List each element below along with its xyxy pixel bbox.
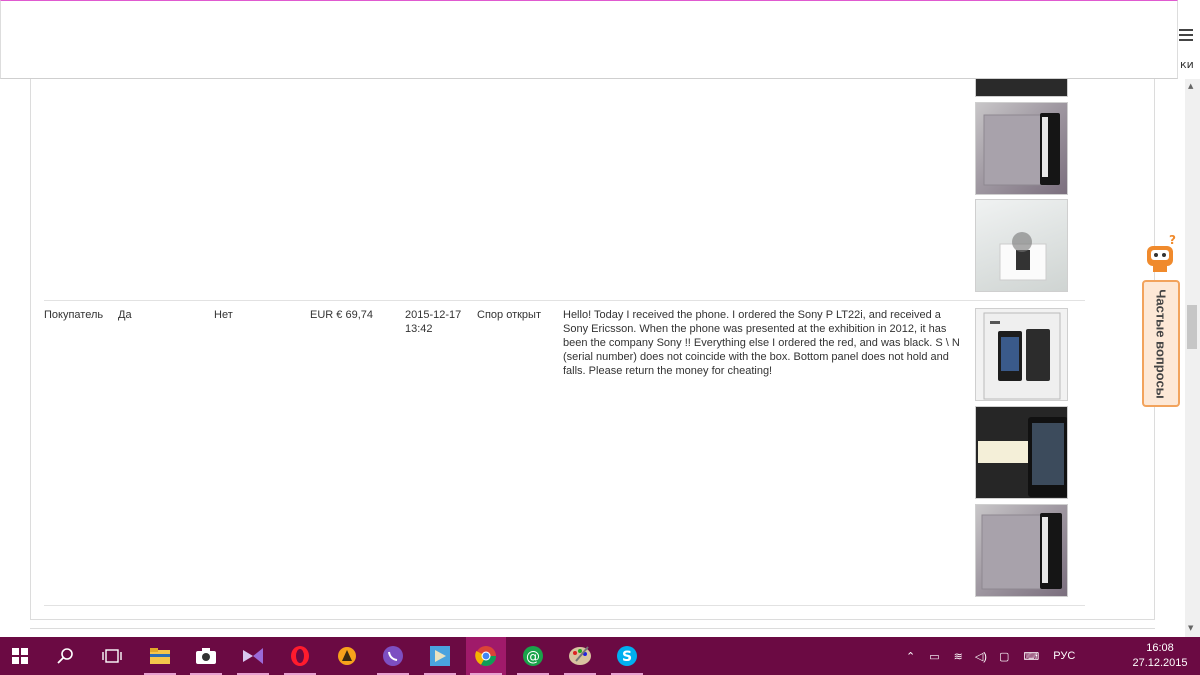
svg-text:S: S bbox=[622, 649, 632, 665]
cell-status: Спор открыт bbox=[477, 309, 541, 321]
page-header bbox=[0, 0, 1178, 79]
opera-icon[interactable] bbox=[280, 637, 320, 675]
table-row-divider bbox=[44, 605, 1085, 606]
chrome-icon[interactable] bbox=[466, 637, 506, 675]
volume-icon[interactable]: ◁) bbox=[975, 650, 987, 663]
chevron-up-icon[interactable]: ⌃ bbox=[906, 650, 915, 663]
paint-icon[interactable] bbox=[560, 637, 600, 675]
cell-role: Покупатель bbox=[44, 309, 104, 321]
play-store-icon[interactable] bbox=[420, 637, 460, 675]
evidence-image-prev-2[interactable] bbox=[975, 102, 1068, 195]
search-icon[interactable] bbox=[46, 637, 86, 675]
cell-no: Нет bbox=[214, 309, 233, 321]
header-menu-text[interactable]: ки bbox=[1180, 58, 1194, 71]
svg-text:@: @ bbox=[526, 649, 540, 665]
cell-time: 13:42 bbox=[405, 323, 433, 335]
start-icon[interactable] bbox=[0, 637, 40, 675]
cell-date: 2015-12-17 bbox=[405, 309, 462, 321]
system-tray: ⌃ ▭ ≋ ◁) ▢ ⌨ РУС bbox=[906, 637, 1075, 675]
taskbar-clock[interactable]: 16:08 27.12.2015 bbox=[1125, 641, 1195, 671]
evidence-image-1[interactable] bbox=[975, 308, 1068, 401]
hamburger-menu-icon[interactable] bbox=[1179, 29, 1193, 43]
faq-tab-label: Частые вопросы bbox=[1153, 288, 1169, 399]
file-explorer-icon[interactable] bbox=[140, 637, 180, 675]
cell-amount: EUR € 69,74 bbox=[310, 309, 373, 321]
viber-icon[interactable] bbox=[373, 637, 413, 675]
battery-icon[interactable]: ▭ bbox=[929, 650, 939, 663]
mail-agent-icon[interactable]: @ bbox=[513, 637, 553, 675]
scrollbar-thumb[interactable] bbox=[1187, 305, 1197, 349]
faq-tab[interactable]: Частые вопросы bbox=[1142, 280, 1180, 407]
notifications-icon[interactable]: ▢ bbox=[999, 650, 1009, 663]
evidence-image-2[interactable] bbox=[975, 406, 1068, 499]
clock-time: 16:08 bbox=[1146, 642, 1174, 654]
faq-robot-icon[interactable]: ? bbox=[1143, 233, 1179, 274]
skype-icon[interactable]: S bbox=[607, 637, 647, 675]
vertical-scrollbar[interactable] bbox=[1185, 79, 1200, 637]
table-row-divider bbox=[44, 300, 1085, 301]
evidence-image-prev-3[interactable] bbox=[975, 199, 1068, 292]
scroll-down-icon[interactable]: ▼ bbox=[1188, 624, 1193, 632]
avast-icon[interactable] bbox=[327, 637, 367, 675]
svg-text:?: ? bbox=[1169, 234, 1176, 247]
visual-studio-icon[interactable] bbox=[233, 637, 273, 675]
camera-icon[interactable] bbox=[186, 637, 226, 675]
windows-taskbar: @ S ⌃ ▭ ≋ ◁) ▢ ⌨ РУС bbox=[0, 637, 1200, 675]
cell-message: Hello! Today I received the phone. I ord… bbox=[563, 309, 960, 377]
language-indicator[interactable]: РУС bbox=[1053, 650, 1075, 662]
evidence-image-3[interactable] bbox=[975, 504, 1068, 597]
clock-date: 27.12.2015 bbox=[1132, 657, 1188, 669]
wifi-icon[interactable]: ≋ bbox=[954, 650, 963, 663]
keyboard-icon[interactable]: ⌨ bbox=[1023, 650, 1039, 663]
scroll-up-icon[interactable]: ▲ bbox=[1188, 82, 1193, 90]
cell-yes: Да bbox=[118, 309, 132, 321]
task-view-icon[interactable] bbox=[92, 637, 132, 675]
